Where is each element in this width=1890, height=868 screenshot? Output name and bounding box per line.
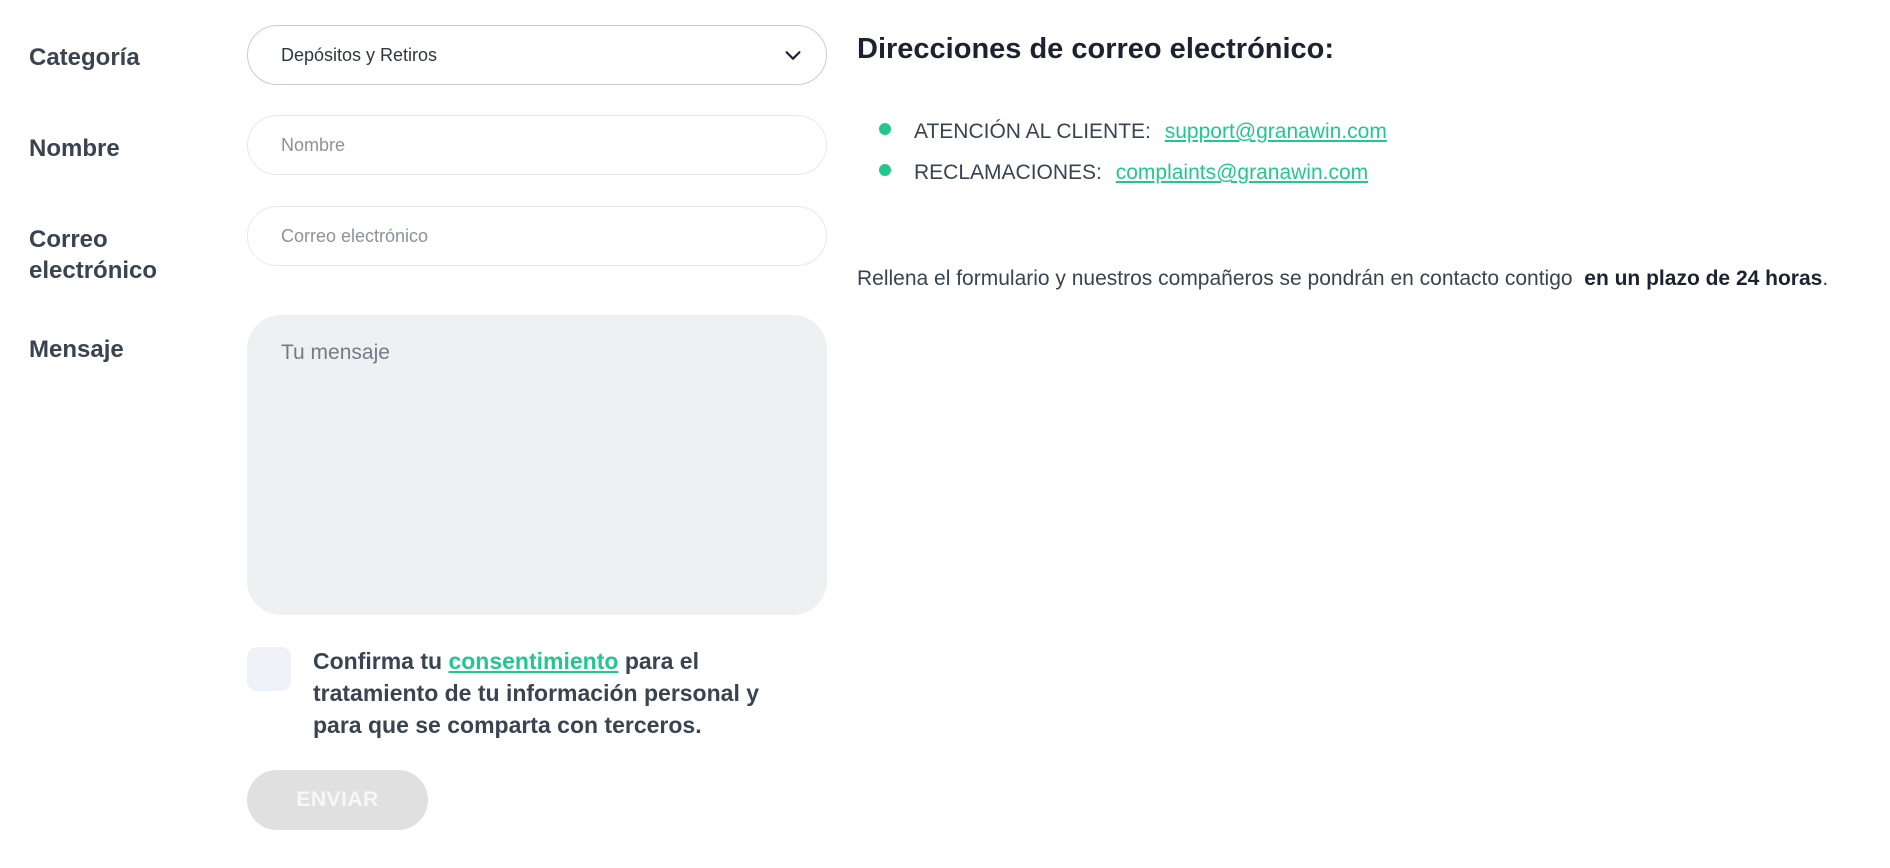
contact-item-support: ATENCIÓN AL CLIENTE: support@granawin.co… — [876, 114, 1387, 155]
email-input-placeholder: Correo electrónico — [281, 225, 429, 246]
contact-item-label: RECLAMACIONES: — [914, 161, 1102, 184]
message-label: Mensaje — [29, 336, 124, 363]
category-select[interactable]: Depósitos y Retiros — [247, 25, 827, 85]
chevron-down-icon — [785, 51, 801, 60]
category-select-value: Depósitos y Retiros — [281, 44, 438, 65]
response-note-text: Rellena el formulario y nuestros compañe… — [857, 267, 1573, 290]
consent-checkbox[interactable] — [247, 647, 291, 691]
submit-button[interactable]: ENVIAR — [247, 770, 428, 830]
contact-heading: Direcciones de correo electrónico: — [857, 33, 1335, 65]
consent-text: Confirma tu consentimiento para el trata… — [313, 645, 813, 741]
consent-text-before: Confirma tu — [313, 648, 443, 674]
email-label: Correo electrónico — [29, 224, 157, 286]
response-note: Rellena el formulario y nuestros compañe… — [857, 267, 1828, 291]
name-label: Nombre — [29, 135, 120, 162]
email-input[interactable]: Correo electrónico — [247, 206, 827, 266]
bullet-icon — [879, 164, 891, 176]
category-label: Categoría — [29, 44, 140, 71]
contact-list: ATENCIÓN AL CLIENTE: support@granawin.co… — [876, 114, 1387, 196]
message-textarea-placeholder: Tu mensaje — [281, 341, 390, 364]
email-label-line2: electrónico — [29, 257, 158, 284]
name-input[interactable]: Nombre — [247, 115, 827, 175]
response-note-bold: en un plazo de 24 horas — [1584, 267, 1823, 290]
complaints-email-link[interactable]: complaints@granawin.com — [1116, 161, 1368, 184]
bullet-icon — [879, 123, 891, 135]
contact-item-label: ATENCIÓN AL CLIENTE: — [914, 120, 1151, 143]
message-textarea[interactable]: Tu mensaje — [247, 315, 827, 615]
name-input-placeholder: Nombre — [281, 134, 346, 155]
email-label-line1: Correo — [29, 226, 108, 253]
consent-link[interactable]: consentimiento — [448, 648, 618, 674]
support-email-link[interactable]: support@granawin.com — [1165, 120, 1387, 143]
response-note-end: . — [1822, 267, 1829, 290]
contact-item-complaints: RECLAMACIONES: complaints@granawin.com — [876, 155, 1387, 196]
